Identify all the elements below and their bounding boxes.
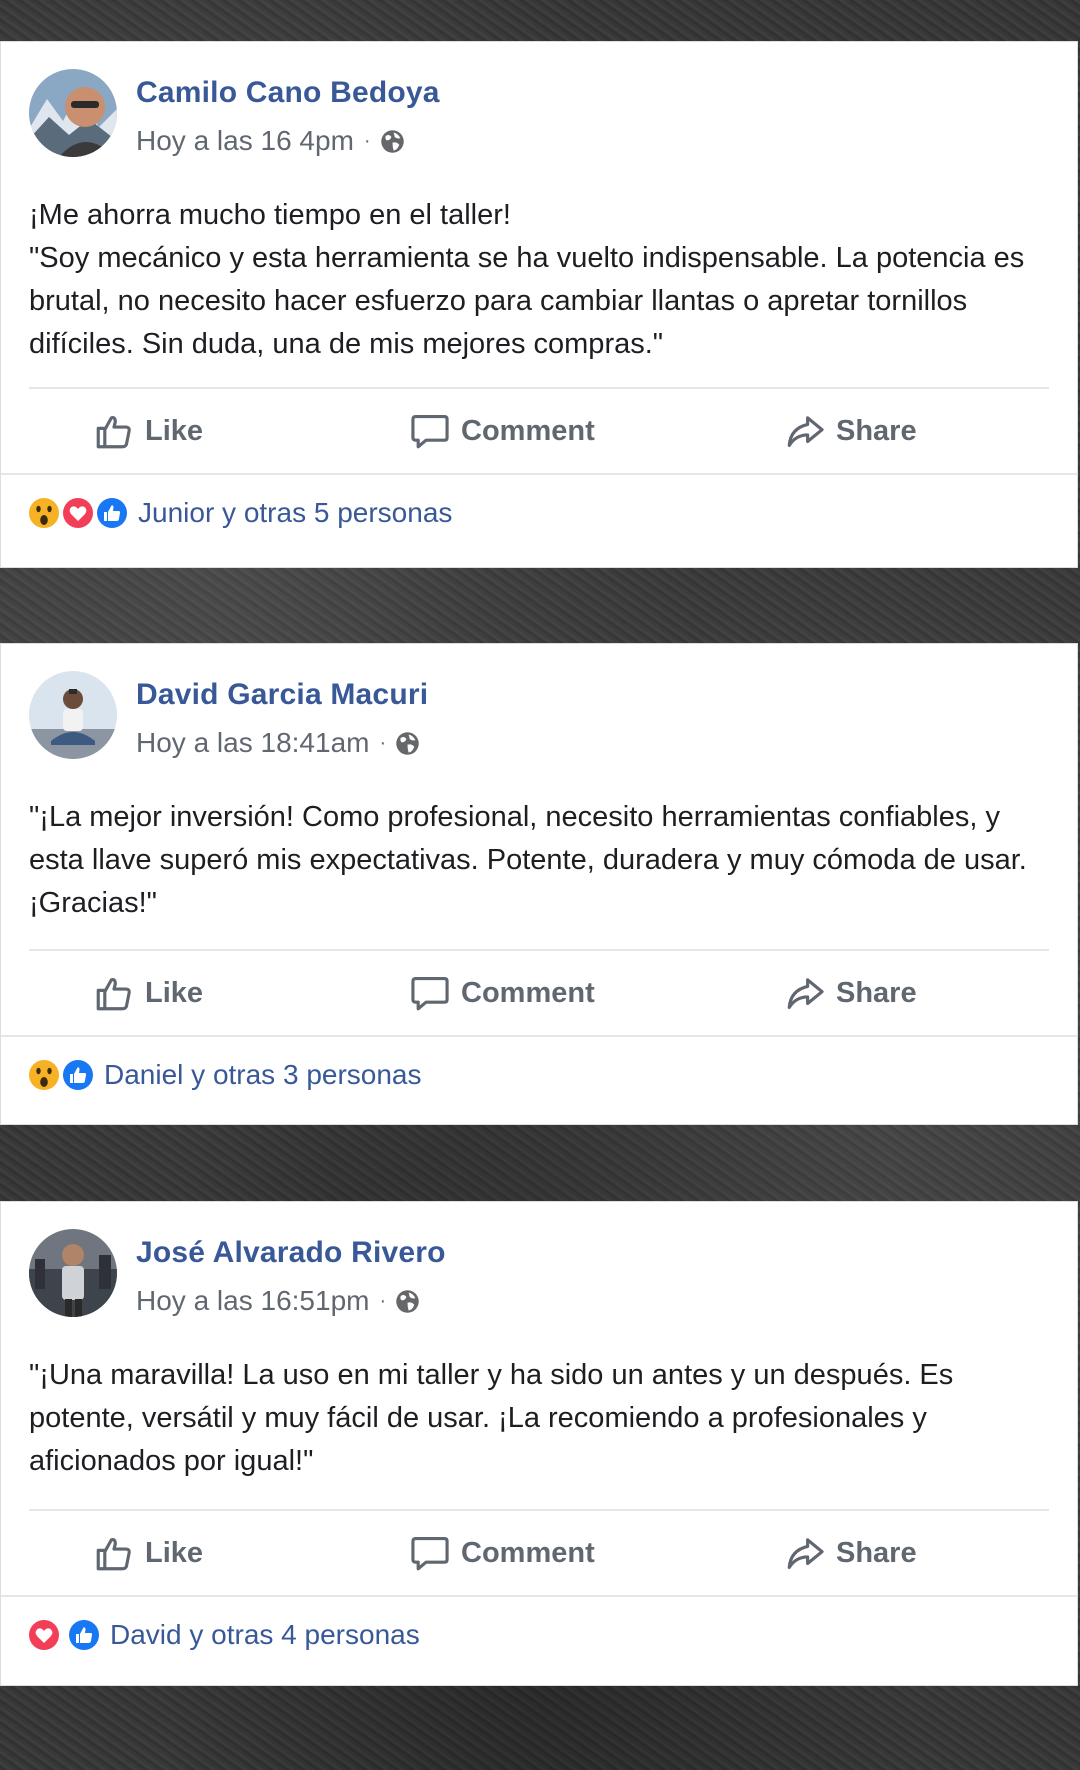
comment-bubble-icon — [411, 976, 449, 1011]
post-body: "¡La mejor inversión! Como profesional, … — [29, 796, 1051, 925]
love-reaction-icon — [60, 495, 96, 531]
share-label: Share — [836, 976, 917, 1009]
like-label: Like — [145, 1536, 204, 1569]
reactions-text[interactable]: Junior y otras 5 personas — [138, 497, 452, 529]
post-meta: Hoy a las 18:41am · — [136, 727, 421, 759]
reactions-summary: Daniel y otras 3 personas — [26, 1050, 422, 1100]
wow-reaction-icon — [26, 1057, 62, 1093]
comment-button[interactable]: Comment — [409, 391, 595, 471]
meta-separator: · — [379, 1289, 387, 1312]
comment-label: Comment — [461, 1536, 595, 1569]
like-label: Like — [145, 976, 204, 1009]
like-reaction-icon — [94, 495, 130, 531]
post-text-line: "Soy mecánico y esta herramienta se ha v… — [29, 242, 1025, 360]
like-button[interactable]: Like — [93, 953, 203, 1033]
post-meta: Hoy a las 16:51pm · — [136, 1285, 421, 1317]
divider — [29, 1509, 1049, 1511]
post-card: Camilo Cano Bedoya Hoy a las 16 4pm · ¡M… — [0, 41, 1078, 568]
divider — [1, 1035, 1077, 1037]
post-body: ¡Me ahorra mucho tiempo en el taller! "S… — [29, 194, 1051, 366]
action-bar: Like Comment Share — [1, 391, 1077, 471]
reactions-text[interactable]: Daniel y otras 3 personas — [104, 1059, 422, 1091]
wow-reaction-icon — [26, 495, 62, 531]
globe-icon — [394, 730, 421, 757]
share-label: Share — [836, 1536, 917, 1569]
comment-bubble-icon — [411, 1536, 449, 1571]
like-button[interactable]: Like — [93, 391, 203, 471]
author-name[interactable]: Camilo Cano Bedoya — [136, 76, 440, 110]
post-time[interactable]: Hoy a las 18:41am — [136, 727, 369, 759]
post-time[interactable]: Hoy a las 16 4pm — [136, 125, 354, 157]
reactions-text[interactable]: David y otras 4 personas — [110, 1619, 420, 1651]
divider — [1, 1595, 1077, 1597]
author-name[interactable]: José Alvarado Rivero — [136, 1236, 446, 1270]
post-text-line: ¡Me ahorra mucho tiempo en el taller! — [29, 199, 511, 231]
share-arrow-icon — [787, 978, 824, 1010]
action-bar: Like Comment Share — [1, 1513, 1077, 1593]
share-label: Share — [836, 414, 917, 447]
globe-icon — [394, 1288, 421, 1315]
globe-icon — [379, 128, 406, 155]
reactions-summary: David y otras 4 personas — [26, 1610, 420, 1660]
share-button[interactable]: Share — [784, 953, 917, 1033]
like-button[interactable]: Like — [93, 1513, 203, 1593]
love-reaction-icon — [26, 1617, 62, 1653]
divider — [29, 949, 1049, 951]
like-label: Like — [145, 414, 204, 447]
comment-bubble-icon — [411, 414, 449, 449]
thumbs-up-icon — [96, 416, 131, 449]
reaction-icons[interactable] — [26, 495, 130, 531]
thumbs-up-icon — [96, 978, 131, 1011]
share-arrow-icon — [787, 416, 824, 448]
post-meta: Hoy a las 16 4pm · — [136, 125, 406, 157]
avatar[interactable] — [29, 1229, 117, 1317]
meta-separator: · — [363, 129, 371, 152]
comment-label: Comment — [461, 414, 595, 447]
avatar[interactable] — [29, 69, 117, 157]
share-button[interactable]: Share — [784, 1513, 917, 1593]
post-time[interactable]: Hoy a las 16:51pm — [136, 1285, 369, 1317]
share-button[interactable]: Share — [784, 391, 917, 471]
reaction-icons[interactable] — [26, 1617, 102, 1653]
reaction-icons[interactable] — [26, 1057, 96, 1093]
action-bar: Like Comment Share — [1, 953, 1077, 1033]
comment-button[interactable]: Comment — [409, 953, 595, 1033]
share-arrow-icon — [787, 1538, 824, 1570]
author-name[interactable]: David Garcia Macuri — [136, 678, 428, 712]
divider — [1, 473, 1077, 475]
post-body: "¡Una maravilla! La uso en mi taller y h… — [29, 1354, 1051, 1483]
post-card: José Alvarado Rivero Hoy a las 16:51pm ·… — [0, 1201, 1078, 1686]
divider — [29, 387, 1049, 389]
meta-separator: · — [379, 731, 387, 754]
post-text-line: "¡Una maravilla! La uso en mi taller y h… — [29, 1359, 954, 1477]
reactions-summary: Junior y otras 5 personas — [26, 488, 452, 538]
comment-label: Comment — [461, 976, 595, 1009]
post-card: David Garcia Macuri Hoy a las 18:41am · … — [0, 643, 1078, 1125]
comment-button[interactable]: Comment — [409, 1513, 595, 1593]
like-reaction-icon — [66, 1617, 102, 1653]
post-text-line: "¡La mejor inversión! Como profesional, … — [29, 801, 1027, 919]
thumbs-up-icon — [96, 1538, 131, 1571]
like-reaction-icon — [60, 1057, 96, 1093]
avatar[interactable] — [29, 671, 117, 759]
